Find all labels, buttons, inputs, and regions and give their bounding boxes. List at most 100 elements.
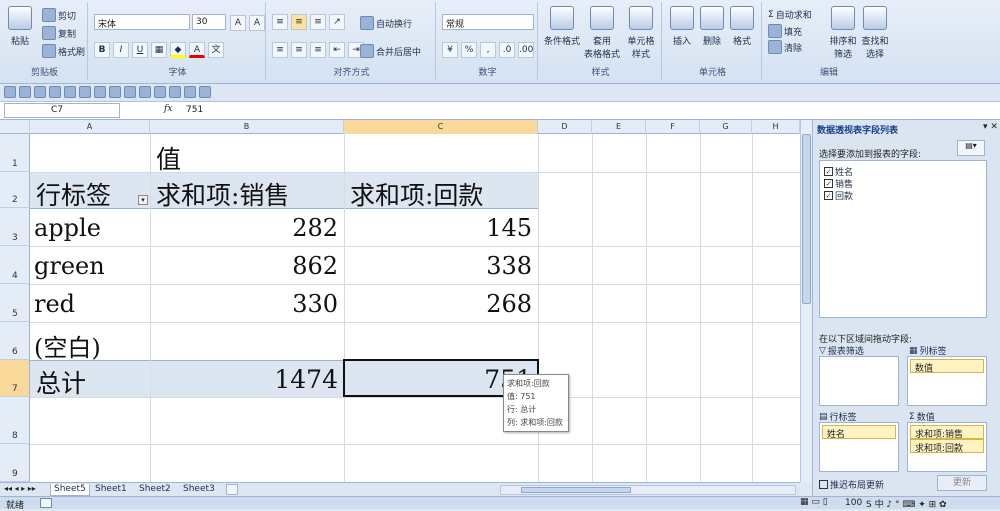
- save-icon[interactable]: [4, 86, 16, 98]
- row-header-2[interactable]: 2: [0, 172, 30, 208]
- merge-center-button[interactable]: 合并后居中: [360, 44, 421, 58]
- update-button[interactable]: 更新: [937, 475, 987, 491]
- font-size-select[interactable]: 30: [192, 14, 226, 30]
- indent-dec-icon[interactable]: ⇤: [329, 42, 345, 58]
- row-name-green[interactable]: green: [34, 252, 105, 280]
- col-value-chip[interactable]: 数值: [910, 359, 984, 374]
- row-header-5[interactable]: 5: [0, 284, 30, 322]
- ime-toolbar[interactable]: S 中 ♪ ° ⌨ ✦ ⊞ ✿: [866, 497, 947, 510]
- align-middle-icon[interactable]: ≡: [291, 14, 307, 30]
- col-header-d[interactable]: D: [538, 120, 592, 134]
- italic-button[interactable]: I: [113, 42, 129, 58]
- align-right-icon[interactable]: ≡: [310, 42, 326, 58]
- font-name-select[interactable]: 宋体: [94, 14, 190, 30]
- decimal-inc-icon[interactable]: .0: [499, 42, 515, 58]
- row-label-header[interactable]: 行标签: [36, 176, 111, 212]
- underline-button[interactable]: U: [132, 42, 148, 58]
- row-payment-red[interactable]: 268: [486, 290, 532, 318]
- sheet-tab-sheet5[interactable]: Sheet5: [50, 484, 90, 496]
- row-name-chip[interactable]: 姓名: [822, 425, 896, 440]
- horizontal-scrollbar[interactable]: [500, 485, 796, 495]
- row-name-red[interactable]: red: [34, 290, 75, 318]
- print-preview-icon[interactable]: [49, 86, 61, 98]
- total-sales[interactable]: 1474: [274, 365, 338, 394]
- layout-options-button[interactable]: ▤▾: [957, 140, 985, 156]
- total-label[interactable]: 总计: [36, 364, 86, 400]
- sheet-tab-sheet2[interactable]: Sheet2: [136, 484, 174, 496]
- row-sales-apple[interactable]: 282: [292, 214, 338, 242]
- percent-button[interactable]: %: [461, 42, 477, 58]
- col-header-h[interactable]: H: [752, 120, 800, 134]
- tab-nav-arrows[interactable]: ◂◂ ◂ ▸ ▸▸: [4, 484, 36, 493]
- col-header-b[interactable]: B: [150, 120, 344, 134]
- conditional-format-button[interactable]: 条件格式: [542, 6, 582, 47]
- number-format-select[interactable]: 常规: [442, 14, 534, 30]
- format-painter-button[interactable]: 格式刷: [42, 44, 85, 58]
- col-header-c[interactable]: C: [344, 120, 538, 134]
- col-c-header[interactable]: 求和项:回款: [350, 176, 483, 212]
- insert-sheet-icon[interactable]: [226, 484, 238, 495]
- row-sales-green[interactable]: 862: [292, 252, 338, 280]
- paste-button[interactable]: 粘贴: [8, 6, 32, 47]
- row-header-8[interactable]: 8: [0, 397, 30, 444]
- insert-button[interactable]: 插入: [668, 6, 696, 47]
- row-header-4[interactable]: 4: [0, 246, 30, 284]
- fill-color-icon[interactable]: ◆: [170, 42, 186, 58]
- row-labels-area[interactable]: 姓名: [819, 422, 899, 472]
- wrap-text-button[interactable]: 自动换行: [360, 16, 412, 30]
- col-header-e[interactable]: E: [592, 120, 646, 134]
- values-header[interactable]: 值: [156, 140, 181, 176]
- report-filter-area[interactable]: [819, 356, 899, 406]
- table-icon[interactable]: [109, 86, 121, 98]
- macro-record-icon[interactable]: [40, 498, 52, 508]
- redo-icon[interactable]: [34, 86, 46, 98]
- col-labels-area[interactable]: 数值: [907, 356, 987, 406]
- currency-icon[interactable]: ¥: [442, 42, 458, 58]
- filter-icon[interactable]: [154, 86, 166, 98]
- open-icon[interactable]: [79, 86, 91, 98]
- select-all-corner[interactable]: [0, 120, 30, 134]
- phonetic-icon[interactable]: 文: [208, 42, 224, 58]
- bold-button[interactable]: B: [94, 42, 110, 58]
- customize-icon[interactable]: [199, 86, 211, 98]
- copy-button[interactable]: 复制: [42, 26, 76, 40]
- col-header-a[interactable]: A: [30, 120, 150, 134]
- sheet-tab-sheet3[interactable]: Sheet3: [180, 484, 218, 496]
- decimal-dec-icon[interactable]: .00: [518, 42, 534, 58]
- refresh-icon[interactable]: [169, 86, 181, 98]
- row-name-blank[interactable]: (空白): [34, 328, 101, 363]
- pivot-icon[interactable]: [184, 86, 196, 98]
- value-chip-payment[interactable]: 求和项:回款: [910, 439, 984, 454]
- grow-font-button[interactable]: AA: [230, 15, 266, 31]
- undo-icon[interactable]: [19, 86, 31, 98]
- col-header-f[interactable]: F: [646, 120, 700, 134]
- sort-icon[interactable]: [139, 86, 151, 98]
- row-header-7[interactable]: 7: [0, 360, 30, 397]
- align-bottom-icon[interactable]: ≡: [310, 14, 326, 30]
- align-top-icon[interactable]: ≡: [272, 14, 288, 30]
- align-center-icon[interactable]: ≡: [291, 42, 307, 58]
- border-icon[interactable]: ▦: [151, 42, 167, 58]
- name-box[interactable]: C7: [4, 103, 120, 118]
- row-sales-red[interactable]: 330: [292, 290, 338, 318]
- zoom-level[interactable]: 100: [845, 498, 862, 508]
- h-scroll-thumb[interactable]: [521, 487, 631, 493]
- find-select-button[interactable]: 查找和 选择: [860, 6, 890, 60]
- clear-button[interactable]: 清除: [768, 40, 802, 54]
- cell-style-button[interactable]: 单元格 样式: [624, 6, 658, 60]
- delete-button[interactable]: 删除: [698, 6, 726, 47]
- pane-close-icon[interactable]: ▾ ✕: [983, 122, 998, 132]
- orientation-icon[interactable]: ↗: [329, 14, 345, 30]
- row-header-1[interactable]: 1: [0, 134, 30, 172]
- row-payment-green[interactable]: 338: [486, 252, 532, 280]
- row-header-9[interactable]: 9: [0, 444, 30, 482]
- values-area[interactable]: 求和项:销售 求和项:回款: [907, 422, 987, 472]
- fill-button[interactable]: 填充: [768, 24, 802, 38]
- table-format-button[interactable]: 套用 表格格式: [584, 6, 620, 60]
- row-header-6[interactable]: 6: [0, 322, 30, 360]
- format-button[interactable]: 格式: [728, 6, 756, 47]
- align-left-icon[interactable]: ≡: [272, 42, 288, 58]
- row-payment-apple[interactable]: 145: [486, 214, 532, 242]
- value-chip-sales[interactable]: 求和项:销售: [910, 425, 984, 440]
- row-name-apple[interactable]: apple: [34, 214, 101, 242]
